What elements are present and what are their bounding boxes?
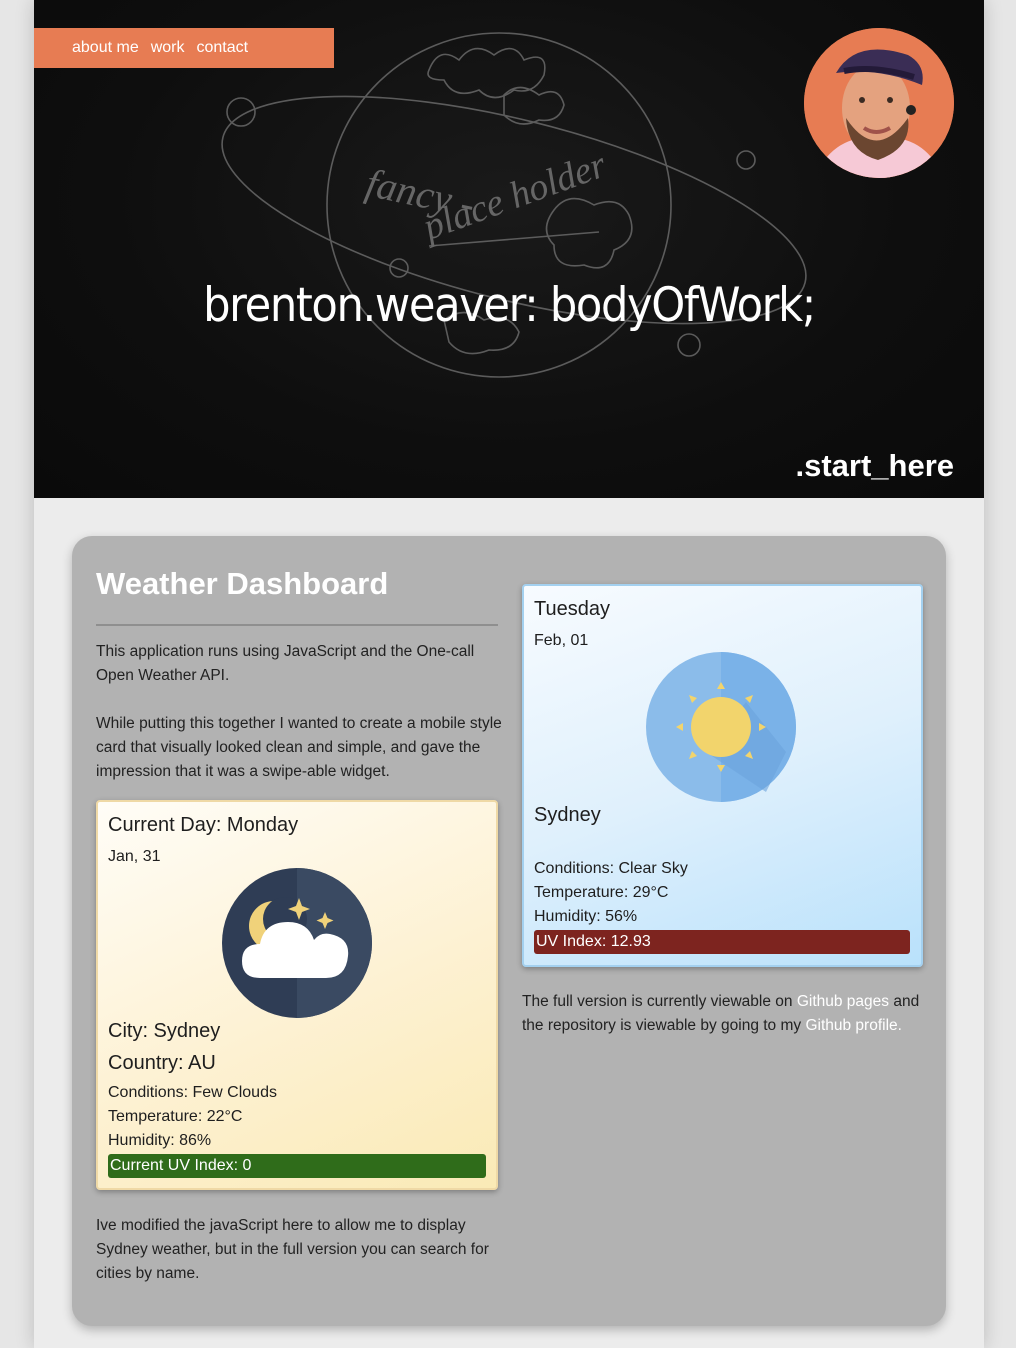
- forecast-humidity: Humidity: 56%: [534, 908, 638, 925]
- forecast-conditions: Conditions: Clear Sky: [534, 860, 688, 877]
- nav-about-me[interactable]: about me: [72, 39, 139, 57]
- sun-icon: [646, 652, 796, 802]
- forecast-temperature: Temperature: 29°C: [534, 884, 669, 901]
- nav-contact[interactable]: contact: [197, 39, 249, 57]
- project-title: Weather Dashboard: [96, 566, 389, 601]
- current-day: Current Day: Monday: [108, 814, 299, 836]
- github-pages-link[interactable]: Github pages: [797, 993, 889, 1010]
- github-profile-link[interactable]: Github profile.: [805, 1017, 902, 1034]
- start-here-link[interactable]: .start_here: [795, 448, 954, 484]
- forecast-city: Sydney: [534, 804, 601, 826]
- avatar-portrait-illustration: [804, 28, 954, 178]
- project-panel: Weather Dashboard This application runs …: [72, 536, 946, 1326]
- forecast-uv-index: UV Index: 12.93: [534, 930, 910, 954]
- project-intro: This application runs using JavaScript a…: [96, 643, 475, 684]
- project-footnote: Ive modified the javaScript here to allo…: [96, 1217, 489, 1282]
- current-city: City: Sydney: [108, 1020, 221, 1042]
- current-country: Country: AU: [108, 1052, 216, 1074]
- forecast-day: Tuesday: [534, 598, 610, 620]
- hero-title: brenton.weaver: bodyOfWork;: [203, 278, 816, 333]
- current-weather-card[interactable]: Current Day: Monday Jan, 31 City: Sydney…: [96, 800, 498, 1190]
- title-divider: [96, 624, 498, 626]
- top-nav: about me work contact: [34, 28, 334, 68]
- hero-banner: fancy - place holder about me work conta…: [34, 0, 984, 498]
- nav-work[interactable]: work: [151, 39, 185, 57]
- forecast-date: Feb, 01: [534, 632, 589, 649]
- full-version-note: The full version is currently viewable o…: [522, 990, 922, 1038]
- current-uv-index: Current UV Index: 0: [108, 1154, 486, 1178]
- current-date: Jan, 31: [108, 848, 161, 865]
- current-humidity: Humidity: 86%: [108, 1132, 212, 1149]
- current-conditions: Conditions: Few Clouds: [108, 1084, 277, 1101]
- cloudy-night-icon: [222, 868, 372, 1018]
- avatar: [804, 28, 954, 178]
- project-description: While putting this together I wanted to …: [96, 715, 502, 780]
- forecast-weather-card[interactable]: Tuesday Feb, 01 Sydney Conditions: Clear…: [522, 584, 923, 967]
- page: fancy - place holder about me work conta…: [34, 0, 984, 1348]
- current-temperature: Temperature: 22°C: [108, 1108, 243, 1125]
- full-version-prefix: The full version is currently viewable o…: [522, 993, 797, 1010]
